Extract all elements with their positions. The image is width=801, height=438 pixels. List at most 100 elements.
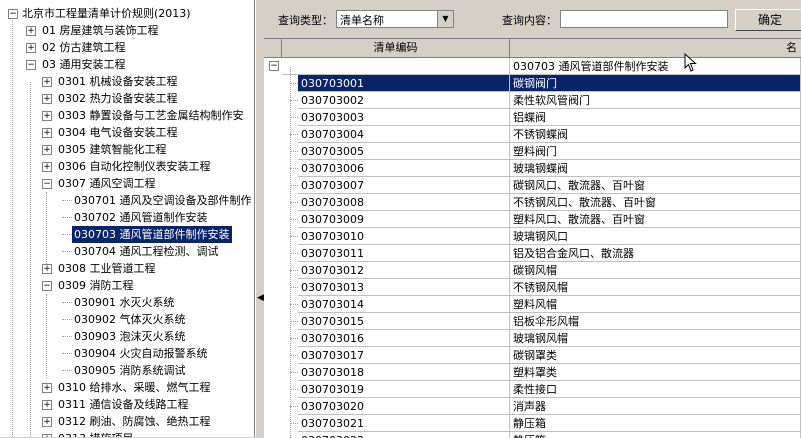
table-row[interactable]: 030703016 玻璃钢风帽 <box>264 330 801 347</box>
table-row[interactable]: 030703014 塑料风帽 <box>264 296 801 313</box>
code-cell[interactable]: 030703004 <box>298 126 510 143</box>
code-cell[interactable]: 030703003 <box>298 109 510 126</box>
name-cell[interactable]: 铝及铝合金风口、散流器 <box>510 245 801 262</box>
header-name[interactable]: 名 <box>510 39 801 57</box>
expand-icon[interactable]: + <box>26 43 36 53</box>
name-cell[interactable]: 塑料罩类 <box>510 364 801 381</box>
tree-node-label[interactable]: 0313 措施项目 <box>56 430 136 437</box>
name-cell[interactable]: 塑料风口、散流器、百叶窗 <box>510 211 801 228</box>
name-cell[interactable]: 静压箱 <box>510 432 801 438</box>
code-cell[interactable]: 030703007 <box>298 177 510 194</box>
tree-node-label[interactable]: 0312 刷油、防腐蚀、绝热工程 <box>56 413 213 430</box>
code-cell[interactable]: 030703009 <box>298 211 510 228</box>
query-type-select[interactable]: 清单名称 ▼ <box>336 10 454 28</box>
code-cell[interactable]: 030703020 <box>298 398 510 415</box>
table-row[interactable]: 030703005 塑料阀门 <box>264 143 801 160</box>
code-cell[interactable]: 030703008 <box>298 194 510 211</box>
code-cell[interactable]: 030703005 <box>298 143 510 160</box>
expand-icon[interactable]: + <box>42 128 52 138</box>
expand-icon[interactable]: + <box>42 111 52 121</box>
table-row[interactable]: 030703013 不锈钢风帽 <box>264 279 801 296</box>
table-row[interactable]: 030703003 铝蝶阀 <box>264 109 801 126</box>
tree-node-label[interactable]: 030904 火灾自动报警系统 <box>72 345 210 362</box>
code-cell[interactable]: 030703014 <box>298 296 510 313</box>
code-cell[interactable]: 030703022 <box>298 432 510 438</box>
name-cell[interactable]: 铝板伞形风帽 <box>510 313 801 330</box>
table-row[interactable]: 030703019 柔性接口 <box>264 381 801 398</box>
tree-node-label[interactable]: 030901 水灭火系统 <box>72 294 177 311</box>
query-content-input[interactable] <box>560 10 728 28</box>
name-cell[interactable]: 消声器 <box>510 398 801 415</box>
table-row[interactable]: 030703007 碳钢风口、散流器、百叶窗 <box>264 177 801 194</box>
name-cell[interactable]: 不锈钢风口、散流器、百叶窗 <box>510 194 801 211</box>
code-cell[interactable]: 030703017 <box>298 347 510 364</box>
tree-root-label[interactable]: 北京市工程量清单计价规则(2013) <box>20 5 193 22</box>
code-cell[interactable]: 030703001 <box>298 75 510 92</box>
name-cell[interactable]: 玻璃钢风帽 <box>510 330 801 347</box>
code-cell[interactable]: 030703002 <box>298 92 510 109</box>
code-cell[interactable]: 030703015 <box>298 313 510 330</box>
expand-icon[interactable]: + <box>42 383 52 393</box>
name-cell[interactable]: 静压箱 <box>510 415 801 432</box>
chevron-down-icon[interactable]: ▼ <box>437 11 453 27</box>
table-row[interactable]: 030703011 铝及铝合金风口、散流器 <box>264 245 801 262</box>
tree-node-label[interactable]: 0302 热力设备安装工程 <box>56 90 180 107</box>
table-row[interactable]: 030703002 柔性软风管阀门 <box>264 92 801 109</box>
table-row[interactable]: 030703015 铝板伞形风帽 <box>264 313 801 330</box>
tree-node-label[interactable]: 030905 消防系统调试 <box>72 362 188 379</box>
table-row[interactable]: 030703017 碳钢罩类 <box>264 347 801 364</box>
tree-node-label[interactable]: 02 仿古建筑工程 <box>40 39 128 56</box>
tree-node-label[interactable]: 0308 工业管道工程 <box>56 260 158 277</box>
expand-icon[interactable]: + <box>42 145 52 155</box>
tree-node-label[interactable]: 030702 通风管道制作安装 <box>72 209 210 226</box>
result-grid[interactable]: 清单编码 名 − 030703 通风管道部件制作安装 030703001 碳钢阀门… <box>264 38 801 438</box>
name-cell[interactable]: 碳钢风帽 <box>510 262 801 279</box>
expand-icon[interactable]: + <box>42 264 52 274</box>
name-cell[interactable]: 塑料风帽 <box>510 296 801 313</box>
code-cell[interactable]: 030703021 <box>298 415 510 432</box>
expand-icon[interactable]: + <box>42 417 52 427</box>
tree-node-label[interactable]: 0310 给排水、采暖、燃气工程 <box>56 379 213 396</box>
tree-node-label[interactable]: 030701 通风及空调设备及部件制作 <box>72 192 254 209</box>
tree-node-label[interactable]: 0304 电气设备安装工程 <box>56 124 180 141</box>
code-cell[interactable]: 030703018 <box>298 364 510 381</box>
table-row[interactable]: 030703008 不锈钢风口、散流器、百叶窗 <box>264 194 801 211</box>
code-cell[interactable]: 030703012 <box>298 262 510 279</box>
tree-panel[interactable]: − 北京市工程量清单计价规则(2013) +01 房屋建筑与装饰工程 +02 仿古… <box>0 0 255 437</box>
name-cell[interactable]: 铝蝶阀 <box>510 109 801 126</box>
tree-node-label[interactable]: 0311 通信设备及线路工程 <box>56 396 191 413</box>
tree-node-label[interactable]: 0307 通风空调工程 <box>56 175 158 192</box>
name-cell[interactable]: 不锈钢风帽 <box>510 279 801 296</box>
tree-node-label[interactable]: 030704 通风工程检测、调试 <box>72 243 221 260</box>
name-cell[interactable]: 柔性接口 <box>510 381 801 398</box>
table-row[interactable]: 030703001 碳钢阀门 <box>264 75 801 92</box>
code-cell[interactable]: 030703011 <box>298 245 510 262</box>
name-cell[interactable]: 碳钢风口、散流器、百叶窗 <box>510 177 801 194</box>
tree-node-label[interactable]: 0306 自动化控制仪表安装工程 <box>56 158 213 175</box>
collapse-icon[interactable]: − <box>26 60 36 70</box>
name-cell[interactable]: 玻璃钢蝶阀 <box>510 160 801 177</box>
collapse-left-arrow-icon[interactable]: ◀ <box>257 293 264 303</box>
tree-node-label[interactable]: 01 房屋建筑与装饰工程 <box>40 22 161 39</box>
collapse-icon[interactable]: − <box>42 179 52 189</box>
tree-node-label[interactable]: 0301 机械设备安装工程 <box>56 73 180 90</box>
tree-node-label[interactable]: 03 通用安装工程 <box>40 56 128 73</box>
code-cell[interactable]: 030703019 <box>298 381 510 398</box>
expand-icon[interactable]: + <box>42 94 52 104</box>
table-row[interactable]: 030703009 塑料风口、散流器、百叶窗 <box>264 211 801 228</box>
expand-icon[interactable]: + <box>26 26 36 36</box>
code-cell[interactable]: 030703013 <box>298 279 510 296</box>
expand-icon[interactable]: + <box>42 77 52 87</box>
table-row[interactable]: 030703020 消声器 <box>264 398 801 415</box>
header-code[interactable]: 清单编码 <box>282 39 510 57</box>
tree-node-label[interactable]: 030903 泡沫灭火系统 <box>72 328 188 345</box>
name-cell[interactable]: 不锈钢蝶阀 <box>510 126 801 143</box>
table-row[interactable]: 030703018 塑料罩类 <box>264 364 801 381</box>
group-row[interactable]: − 030703 通风管道部件制作安装 <box>264 58 801 75</box>
tree-node-label[interactable]: 0303 静置设备与工艺金属结构制作安 <box>56 107 246 124</box>
name-cell[interactable]: 玻璃钢风口 <box>510 228 801 245</box>
name-cell[interactable]: 柔性软风管阀门 <box>510 92 801 109</box>
table-row[interactable]: 030703004 不锈钢蝶阀 <box>264 126 801 143</box>
collapse-icon[interactable]: − <box>42 281 52 291</box>
table-row[interactable]: 030703006 玻璃钢蝶阀 <box>264 160 801 177</box>
